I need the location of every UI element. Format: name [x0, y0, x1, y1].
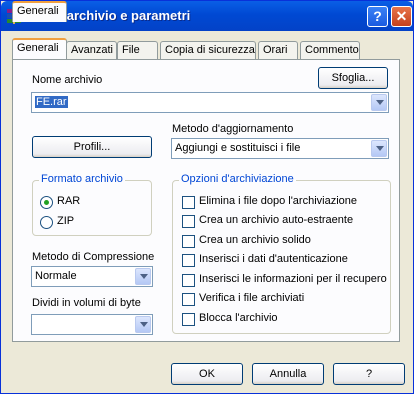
update-method-label: Metodo d'aggiornamento	[172, 123, 294, 135]
tab-avanzati[interactable]: Avanzati	[66, 41, 117, 59]
update-method-select[interactable]: Aggiungi e sostituisci i file	[171, 138, 389, 159]
checkbox-recovery-label[interactable]: Inserisci le informazioni per il recuper…	[199, 273, 387, 285]
checkbox-authenticity[interactable]	[182, 254, 195, 267]
compression-select[interactable]: Normale	[31, 266, 153, 287]
radio-zip[interactable]	[40, 216, 53, 229]
archive-name-combo[interactable]: FE.rar	[31, 92, 389, 113]
checkbox-lock-label[interactable]: Blocca l'archivio	[199, 312, 278, 324]
tab-copia-di-sicurezza[interactable]: Copia di sicurezza	[160, 41, 256, 59]
checkbox-delete-after-label[interactable]: Elimina i file dopo l'archiviazione	[199, 195, 357, 207]
title-close-button[interactable]: ✕	[391, 6, 412, 27]
tab-orari[interactable]: Orari	[258, 41, 298, 59]
archive-name-label: Nome archivio	[32, 74, 103, 86]
checkbox-sfx-label[interactable]: Crea un archivio auto-estraente	[199, 214, 353, 226]
compression-value: Normale	[35, 270, 77, 282]
checkbox-recovery[interactable]	[182, 274, 195, 287]
checkbox-delete-after[interactable]	[182, 196, 195, 209]
tab-commento[interactable]: Commento	[300, 41, 360, 59]
chevron-down-icon[interactable]	[135, 268, 151, 285]
split-volumes-label: Dividi in volumi di byte	[32, 297, 141, 309]
archive-format-group: Formato archivio RAR ZIP	[32, 173, 152, 236]
ok-button[interactable]: OK	[171, 363, 243, 385]
help-button[interactable]: ?	[333, 363, 405, 385]
archive-format-title: Formato archivio	[39, 173, 125, 185]
archive-options-group: Opzioni d'archiviazione Elimina i file d…	[172, 173, 391, 334]
tab-generali-active[interactable]: Generali	[12, 38, 67, 59]
archive-options-title: Opzioni d'archiviazione	[179, 173, 296, 185]
update-method-value: Aggiungi e sostituisci i file	[175, 142, 301, 154]
browse-button[interactable]: Sfoglia...	[318, 67, 388, 89]
title-help-button[interactable]: ?	[367, 6, 388, 27]
radio-rar-label[interactable]: RAR	[57, 195, 80, 207]
chevron-down-icon[interactable]	[371, 140, 387, 157]
radio-rar[interactable]	[40, 196, 53, 209]
checkbox-solid-label[interactable]: Crea un archivio solido	[199, 234, 311, 246]
profiles-button[interactable]: Profili...	[32, 136, 152, 158]
checkbox-authenticity-label[interactable]: Inserisci i dati d'autenticazione	[199, 253, 348, 265]
checkbox-solid[interactable]	[182, 235, 195, 248]
tab-panel-generali: Nome archivio Sfoglia... FE.rar Profili.…	[12, 59, 400, 342]
checkbox-verify-label[interactable]: Verifica i file archiviati	[199, 292, 304, 304]
chevron-down-icon[interactable]	[371, 94, 387, 111]
radio-zip-label[interactable]: ZIP	[57, 215, 74, 227]
compression-label: Metodo di Compressione	[32, 251, 155, 263]
cancel-button[interactable]: Annulla	[252, 363, 324, 385]
dialog-window: Nome archivio e parametri ? ✕ Generali A…	[0, 0, 414, 394]
checkbox-verify[interactable]	[182, 293, 195, 306]
archive-name-value[interactable]: FE.rar	[35, 96, 68, 108]
chevron-down-icon[interactable]	[135, 316, 151, 333]
split-volumes-combo[interactable]	[31, 314, 153, 335]
checkbox-sfx[interactable]	[182, 215, 195, 228]
checkbox-lock[interactable]	[182, 313, 195, 326]
tab-generali[interactable]: Generali	[12, 1, 67, 22]
tab-file[interactable]: File	[117, 41, 158, 59]
